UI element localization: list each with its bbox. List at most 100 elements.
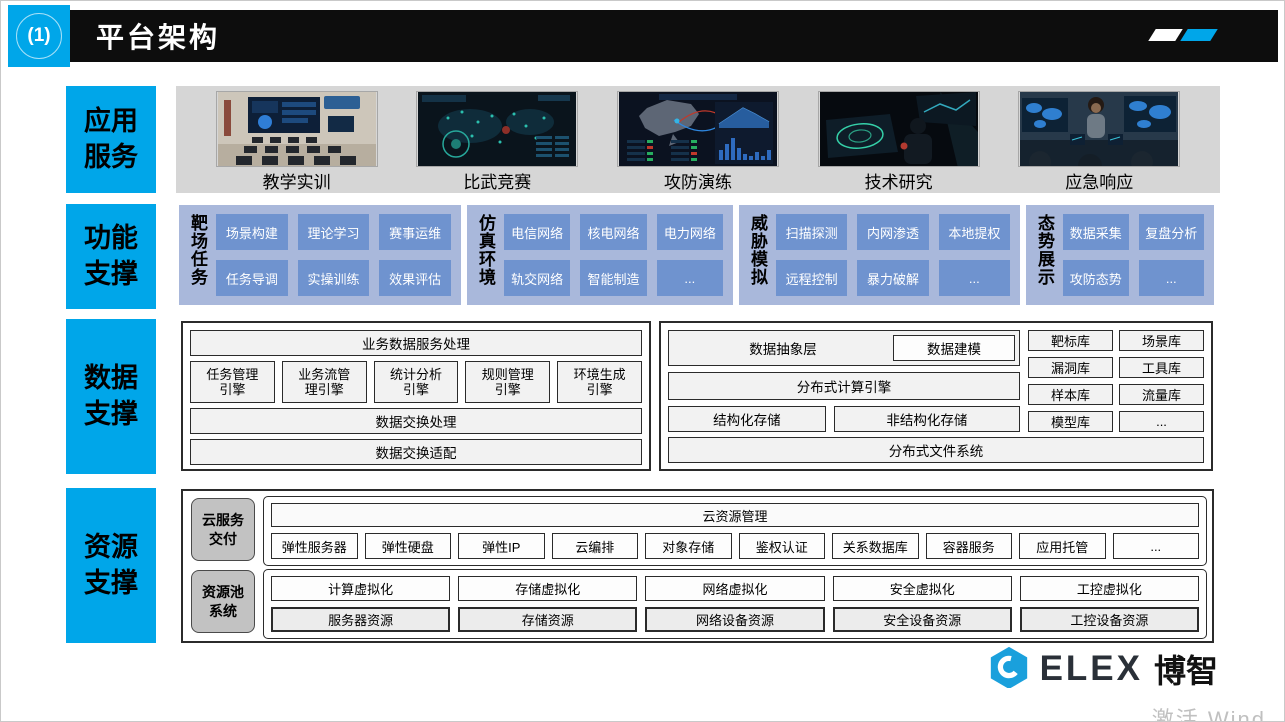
function-chip: 内网渗透 [857, 214, 928, 250]
group-chip-grid: 场景构建 理论学习 赛事运维 任务导调 实操训练 效果评估 [216, 214, 451, 296]
distributed-filesystem-bar: 分布式文件系统 [668, 437, 1204, 463]
virtualization-item: 网络虚拟化 [645, 576, 824, 601]
data-abstraction-bar: 数据抽象层 数据建模 [668, 330, 1020, 366]
engine-box: 业务流管 理引擎 [282, 361, 367, 403]
function-chip: 攻防态势 [1063, 260, 1129, 296]
decor-parallelogram-white [1148, 29, 1182, 41]
cloud-item: 对象存储 [645, 533, 732, 559]
group-chip-grid: 电信网络 核电网络 电力网络 轨交网络 智能制造 ... [504, 214, 723, 296]
resource-grid: 服务器资源 存储资源 网络设备资源 安全设备资源 工控设备资源 [271, 607, 1199, 632]
library-box: 流量库 [1119, 384, 1204, 405]
cloud-item: ... [1113, 533, 1200, 559]
group-label: 靶场任务 [189, 214, 206, 296]
engine-box: 规则管理 引擎 [465, 361, 550, 403]
data-abstraction-label: 数据抽象层 [673, 338, 893, 358]
group-chip-grid: 数据采集 复盘分析 攻防态势 ... [1063, 214, 1204, 296]
data-platform-main: 数据抽象层 数据建模 分布式计算引擎 结构化存储 非结构化存储 [668, 330, 1020, 432]
cloud-service-box: 云资源管理 弹性服务器 弹性硬盘 弹性IP 云编排 对象存储 鉴权认证 关系数据… [263, 496, 1207, 566]
app-caption: 应急响应 [1065, 168, 1133, 193]
data-exchange-bar: 数据交换处理 [190, 408, 642, 434]
engine-box: 统计分析 引擎 [374, 361, 459, 403]
resource-pool-box: 计算虚拟化 存储虚拟化 网络虚拟化 安全虚拟化 工控虚拟化 服务器资源 存储资源… [263, 569, 1207, 639]
page-title: 平台架构 [96, 16, 220, 56]
virtualization-grid: 计算虚拟化 存储虚拟化 网络虚拟化 安全虚拟化 工控虚拟化 [271, 576, 1199, 601]
tech-research-image [819, 92, 979, 166]
group-label: 态势展示 [1036, 214, 1053, 296]
layer-label-data-support: 数据 支撑 [66, 319, 156, 474]
library-box: 工具库 [1119, 357, 1204, 378]
app-item-competition: 比武竞赛 [417, 92, 577, 193]
function-chip: 电信网络 [504, 214, 570, 250]
layer-label-application-services: 应用 服务 [66, 86, 156, 193]
logo-text-cn: 博智 [1154, 646, 1218, 692]
unstructured-storage-box: 非结构化存储 [834, 406, 1020, 432]
data-adapter-bar: 数据交换适配 [190, 439, 642, 465]
slide-header: (1) 平台架构 [8, 10, 1278, 62]
app-caption: 教学实训 [263, 168, 331, 193]
function-chip: ... [1139, 260, 1205, 296]
library-box: 漏洞库 [1028, 357, 1113, 378]
application-services-panel: 教学实训 [176, 86, 1220, 193]
structured-storage-box: 结构化存储 [668, 406, 826, 432]
engine-grid: 任务管理 引擎 业务流管 理引擎 统计分析 引擎 规则管理 引擎 环境生成 引擎 [190, 361, 642, 403]
virtualization-item: 工控虚拟化 [1020, 576, 1199, 601]
data-platform-top: 数据抽象层 数据建模 分布式计算引擎 结构化存储 非结构化存储 靶标库 场景库 … [668, 330, 1204, 432]
group-simulation-env: 仿真环境 电信网络 核电网络 电力网络 轨交网络 智能制造 ... [467, 205, 733, 305]
resource-pool-system-label: 资源池 系统 [191, 570, 255, 633]
distributed-compute-bar: 分布式计算引擎 [668, 372, 1020, 400]
function-chip: 场景构建 [216, 214, 288, 250]
decor-parallelogram-blue [1180, 29, 1217, 41]
logo-cube-icon [987, 644, 1031, 693]
function-chip: 赛事运维 [379, 214, 451, 250]
badge-ring: (1) [16, 13, 62, 59]
app-caption: 技术研究 [865, 168, 933, 193]
library-box: 场景库 [1119, 330, 1204, 351]
app-item-emergency: 应急响应 [1019, 92, 1179, 193]
function-chip: 效果评估 [379, 260, 451, 296]
group-threat-simulation: 威胁模拟 扫描探测 内网渗透 本地提权 远程控制 暴力破解 ... [739, 205, 1020, 305]
business-data-service-bar: 业务数据服务处理 [190, 330, 642, 356]
function-chip: 远程控制 [776, 260, 847, 296]
function-chip: 智能制造 [580, 260, 646, 296]
function-chip: 核电网络 [580, 214, 646, 250]
function-chip: ... [939, 260, 1010, 296]
slide-number-badge: (1) [8, 5, 70, 67]
library-box: 模型库 [1028, 411, 1113, 432]
engine-box: 任务管理 引擎 [190, 361, 275, 403]
group-label: 仿真环境 [477, 214, 494, 296]
function-chip: 轨交网络 [504, 260, 570, 296]
app-item-research: 技术研究 [819, 92, 979, 193]
app-caption: 比武竞赛 [463, 168, 531, 193]
library-box: 靶标库 [1028, 330, 1113, 351]
virtualization-item: 存储虚拟化 [458, 576, 637, 601]
company-logo: ELEX 博智 [987, 644, 1218, 693]
cyber-competition-image [417, 92, 577, 166]
data-modeling-box: 数据建模 [893, 335, 1015, 361]
function-chip: 理论学习 [298, 214, 370, 250]
group-range-tasks: 靶场任务 场景构建 理论学习 赛事运维 任务导调 实操训练 效果评估 [179, 205, 461, 305]
cloud-service-delivery-label: 云服务 交付 [191, 498, 255, 561]
function-chip: 实操训练 [298, 260, 370, 296]
logo-text-en: ELEX [1040, 649, 1143, 689]
cloud-item-grid: 弹性服务器 弹性硬盘 弹性IP 云编排 对象存储 鉴权认证 关系数据库 容器服务… [271, 533, 1199, 559]
function-chip: 暴力破解 [857, 260, 928, 296]
function-chip: 任务导调 [216, 260, 288, 296]
resource-item: 存储资源 [458, 607, 637, 632]
function-chip: ... [657, 260, 723, 296]
resource-item: 网络设备资源 [645, 607, 824, 632]
cloud-item: 关系数据库 [832, 533, 919, 559]
library-box: ... [1119, 411, 1204, 432]
layer-label-resource-support: 资源 支撑 [66, 488, 156, 643]
layer-label-function-support: 功能 支撑 [66, 204, 156, 309]
function-chip: 本地提权 [939, 214, 1010, 250]
classroom-training-image [217, 92, 377, 166]
cloud-item: 应用托管 [1019, 533, 1106, 559]
function-support-row: 靶场任务 场景构建 理论学习 赛事运维 任务导调 实操训练 效果评估 仿真环境 … [179, 205, 1214, 305]
function-chip: 电力网络 [657, 214, 723, 250]
group-label: 威胁模拟 [749, 214, 766, 296]
group-situation-display: 态势展示 数据采集 复盘分析 攻防态势 ... [1026, 205, 1214, 305]
cloud-item: 云编排 [552, 533, 639, 559]
function-chip: 数据采集 [1063, 214, 1129, 250]
slide-number: (1) [27, 25, 50, 47]
virtualization-item: 安全虚拟化 [833, 576, 1012, 601]
